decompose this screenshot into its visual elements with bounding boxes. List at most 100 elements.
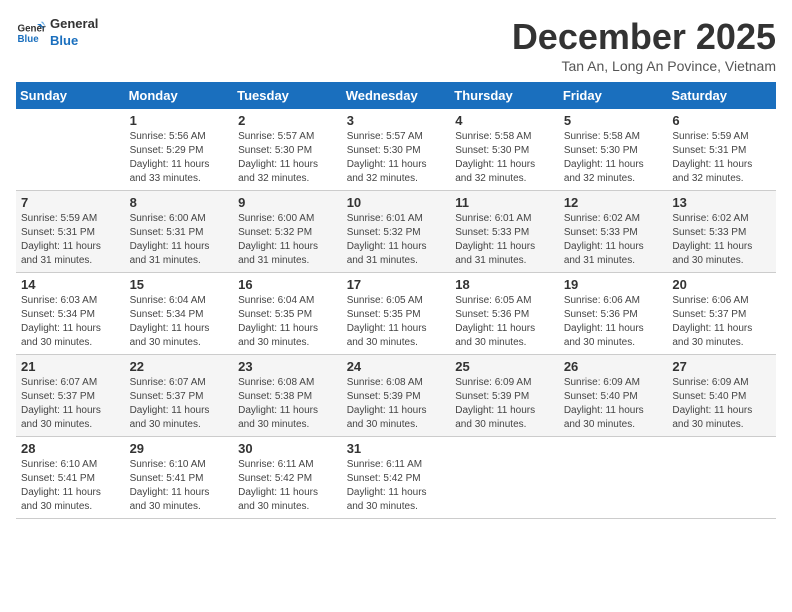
day-info: Sunrise: 6:09 AM Sunset: 5:39 PM Dayligh… bbox=[455, 376, 554, 432]
weekday-sunday: Sunday bbox=[16, 82, 125, 109]
day-number: 14 bbox=[21, 277, 120, 292]
day-info: Sunrise: 6:02 AM Sunset: 5:33 PM Dayligh… bbox=[564, 212, 663, 268]
day-cell: 21 Sunrise: 6:07 AM Sunset: 5:37 PM Dayli… bbox=[16, 355, 125, 437]
day-cell: 17 Sunrise: 6:05 AM Sunset: 5:35 PM Dayli… bbox=[342, 273, 451, 355]
week-row-1: 1Sunrise: 5:56 AM Sunset: 5:29 PM Daylig… bbox=[16, 109, 776, 191]
day-info: Sunrise: 6:10 AM Sunset: 5:41 PM Dayligh… bbox=[21, 458, 120, 514]
logo: General Blue General Blue bbox=[16, 16, 98, 50]
day-info: Sunrise: 6:09 AM Sunset: 5:40 PM Dayligh… bbox=[672, 376, 771, 432]
day-cell: 24Sunrise: 6:08 AM Sunset: 5:39 PM Dayli… bbox=[342, 355, 451, 437]
day-number: 3 bbox=[347, 113, 446, 128]
day-cell: 13Sunrise: 6:02 AM Sunset: 5:33 PM Dayli… bbox=[667, 191, 776, 273]
calendar-title: December 2025 bbox=[512, 16, 776, 58]
day-number: 28 bbox=[21, 441, 120, 456]
day-number: 5 bbox=[564, 113, 663, 128]
day-cell bbox=[559, 437, 668, 519]
day-number: 21 bbox=[21, 359, 120, 374]
day-cell: 23 Sunrise: 6:08 AM Sunset: 5:38 PM Dayli… bbox=[233, 355, 342, 437]
day-cell: 8 Sunrise: 6:00 AM Sunset: 5:31 PM Daylig… bbox=[125, 191, 234, 273]
day-info: Sunrise: 5:57 AM Sunset: 5:30 PM Dayligh… bbox=[238, 130, 337, 186]
day-number: 26 bbox=[564, 359, 663, 374]
weekday-header-row: SundayMondayTuesdayWednesdayThursdayFrid… bbox=[16, 82, 776, 109]
logo-icon: General Blue bbox=[16, 18, 46, 48]
day-number: 20 bbox=[672, 277, 771, 292]
page-header: General Blue General Blue December 2025 … bbox=[16, 16, 776, 74]
day-number: 15 bbox=[130, 277, 229, 292]
weekday-thursday: Thursday bbox=[450, 82, 559, 109]
day-number: 31 bbox=[347, 441, 446, 456]
day-info: Sunrise: 6:06 AM Sunset: 5:36 PM Dayligh… bbox=[564, 294, 663, 350]
day-number: 7 bbox=[21, 195, 120, 210]
day-number: 6 bbox=[672, 113, 771, 128]
day-cell: 26 Sunrise: 6:09 AM Sunset: 5:40 PM Dayli… bbox=[559, 355, 668, 437]
week-row-4: 21 Sunrise: 6:07 AM Sunset: 5:37 PM Dayli… bbox=[16, 355, 776, 437]
day-info: Sunrise: 6:01 AM Sunset: 5:33 PM Dayligh… bbox=[455, 212, 554, 268]
day-info: Sunrise: 6:11 AM Sunset: 5:42 PM Dayligh… bbox=[238, 458, 337, 514]
calendar-subtitle: Tan An, Long An Povince, Vietnam bbox=[512, 58, 776, 74]
week-row-3: 14 Sunrise: 6:03 AM Sunset: 5:34 PM Dayli… bbox=[16, 273, 776, 355]
day-info: Sunrise: 6:04 AM Sunset: 5:34 PM Dayligh… bbox=[130, 294, 229, 350]
day-number: 8 bbox=[130, 195, 229, 210]
day-cell bbox=[667, 437, 776, 519]
day-number: 23 bbox=[238, 359, 337, 374]
day-info: Sunrise: 6:03 AM Sunset: 5:34 PM Dayligh… bbox=[21, 294, 120, 350]
day-cell: 14 Sunrise: 6:03 AM Sunset: 5:34 PM Dayli… bbox=[16, 273, 125, 355]
day-info: Sunrise: 6:00 AM Sunset: 5:32 PM Dayligh… bbox=[238, 212, 337, 268]
day-cell: 22Sunrise: 6:07 AM Sunset: 5:37 PM Dayli… bbox=[125, 355, 234, 437]
day-number: 27 bbox=[672, 359, 771, 374]
day-cell: 2 Sunrise: 5:57 AM Sunset: 5:30 PM Daylig… bbox=[233, 109, 342, 191]
day-cell: 12Sunrise: 6:02 AM Sunset: 5:33 PM Dayli… bbox=[559, 191, 668, 273]
weekday-wednesday: Wednesday bbox=[342, 82, 451, 109]
logo-text-line1: General bbox=[50, 16, 98, 33]
day-number: 10 bbox=[347, 195, 446, 210]
day-info: Sunrise: 6:11 AM Sunset: 5:42 PM Dayligh… bbox=[347, 458, 446, 514]
logo-text-line2: Blue bbox=[50, 33, 98, 50]
calendar-table: SundayMondayTuesdayWednesdayThursdayFrid… bbox=[16, 82, 776, 519]
day-info: Sunrise: 6:09 AM Sunset: 5:40 PM Dayligh… bbox=[564, 376, 663, 432]
day-cell: 6 Sunrise: 5:59 AM Sunset: 5:31 PM Daylig… bbox=[667, 109, 776, 191]
day-cell: 15 Sunrise: 6:04 AM Sunset: 5:34 PM Dayli… bbox=[125, 273, 234, 355]
day-info: Sunrise: 6:01 AM Sunset: 5:32 PM Dayligh… bbox=[347, 212, 446, 268]
calendar-body: 1Sunrise: 5:56 AM Sunset: 5:29 PM Daylig… bbox=[16, 109, 776, 519]
day-cell: 20Sunrise: 6:06 AM Sunset: 5:37 PM Dayli… bbox=[667, 273, 776, 355]
day-number: 30 bbox=[238, 441, 337, 456]
day-cell: 30 Sunrise: 6:11 AM Sunset: 5:42 PM Dayli… bbox=[233, 437, 342, 519]
weekday-tuesday: Tuesday bbox=[233, 82, 342, 109]
day-info: Sunrise: 6:00 AM Sunset: 5:31 PM Dayligh… bbox=[130, 212, 229, 268]
day-info: Sunrise: 6:07 AM Sunset: 5:37 PM Dayligh… bbox=[21, 376, 120, 432]
day-info: Sunrise: 6:05 AM Sunset: 5:36 PM Dayligh… bbox=[455, 294, 554, 350]
weekday-monday: Monday bbox=[125, 82, 234, 109]
day-info: Sunrise: 5:59 AM Sunset: 5:31 PM Dayligh… bbox=[672, 130, 771, 186]
day-cell: 18 Sunrise: 6:05 AM Sunset: 5:36 PM Dayli… bbox=[450, 273, 559, 355]
day-info: Sunrise: 6:02 AM Sunset: 5:33 PM Dayligh… bbox=[672, 212, 771, 268]
day-cell: 25 Sunrise: 6:09 AM Sunset: 5:39 PM Dayli… bbox=[450, 355, 559, 437]
day-cell: 3Sunrise: 5:57 AM Sunset: 5:30 PM Daylig… bbox=[342, 109, 451, 191]
day-info: Sunrise: 5:58 AM Sunset: 5:30 PM Dayligh… bbox=[564, 130, 663, 186]
day-cell: 27 Sunrise: 6:09 AM Sunset: 5:40 PM Dayli… bbox=[667, 355, 776, 437]
day-info: Sunrise: 6:08 AM Sunset: 5:38 PM Dayligh… bbox=[238, 376, 337, 432]
day-number: 1 bbox=[130, 113, 229, 128]
day-cell: 28 Sunrise: 6:10 AM Sunset: 5:41 PM Dayli… bbox=[16, 437, 125, 519]
day-cell bbox=[450, 437, 559, 519]
day-info: Sunrise: 5:58 AM Sunset: 5:30 PM Dayligh… bbox=[455, 130, 554, 186]
day-cell: 7 Sunrise: 5:59 AM Sunset: 5:31 PM Daylig… bbox=[16, 191, 125, 273]
day-cell: 9 Sunrise: 6:00 AM Sunset: 5:32 PM Daylig… bbox=[233, 191, 342, 273]
day-number: 16 bbox=[238, 277, 337, 292]
day-cell: 1Sunrise: 5:56 AM Sunset: 5:29 PM Daylig… bbox=[125, 109, 234, 191]
day-cell: 11Sunrise: 6:01 AM Sunset: 5:33 PM Dayli… bbox=[450, 191, 559, 273]
day-number: 19 bbox=[564, 277, 663, 292]
day-number: 2 bbox=[238, 113, 337, 128]
day-cell: 5 Sunrise: 5:58 AM Sunset: 5:30 PM Daylig… bbox=[559, 109, 668, 191]
day-number: 9 bbox=[238, 195, 337, 210]
day-number: 17 bbox=[347, 277, 446, 292]
day-number: 18 bbox=[455, 277, 554, 292]
day-info: Sunrise: 6:05 AM Sunset: 5:35 PM Dayligh… bbox=[347, 294, 446, 350]
svg-text:Blue: Blue bbox=[18, 34, 40, 45]
day-cell: 4Sunrise: 5:58 AM Sunset: 5:30 PM Daylig… bbox=[450, 109, 559, 191]
day-cell: 19 Sunrise: 6:06 AM Sunset: 5:36 PM Dayli… bbox=[559, 273, 668, 355]
title-block: December 2025 Tan An, Long An Povince, V… bbox=[512, 16, 776, 74]
week-row-2: 7 Sunrise: 5:59 AM Sunset: 5:31 PM Daylig… bbox=[16, 191, 776, 273]
day-number: 22 bbox=[130, 359, 229, 374]
day-info: Sunrise: 5:59 AM Sunset: 5:31 PM Dayligh… bbox=[21, 212, 120, 268]
day-number: 25 bbox=[455, 359, 554, 374]
